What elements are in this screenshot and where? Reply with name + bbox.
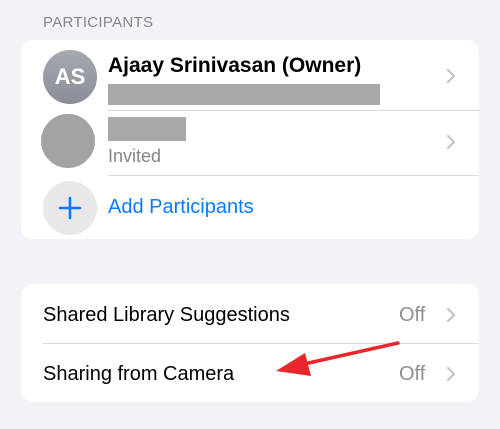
chevron-right-icon <box>446 307 456 323</box>
participants-header: PARTICIPANTS <box>43 14 154 31</box>
setting-row-sharing-from-camera[interactable]: Sharing from Camera Off <box>21 344 479 402</box>
redacted-email <box>108 84 380 105</box>
participant-name: Ajaay Srinivasan (Owner) <box>108 54 362 77</box>
library-settings-list: Shared Library Suggestions Off Sharing f… <box>21 284 479 402</box>
add-participant-circle <box>43 181 97 235</box>
plus-icon <box>58 196 82 220</box>
participant-status: Invited <box>108 146 162 166</box>
chevron-right-icon <box>446 68 456 84</box>
setting-value: Off <box>399 304 426 326</box>
add-participants-label: Add Participants <box>108 196 254 218</box>
avatar-initials: AS <box>54 64 86 89</box>
participants-list: AS Ajaay Srinivasan (Owner) Invited Add … <box>21 40 479 239</box>
add-participants-button[interactable]: Add Participants <box>21 176 479 239</box>
setting-label: Sharing from Camera <box>43 363 235 385</box>
setting-label: Shared Library Suggestions <box>43 304 290 326</box>
participant-row-owner[interactable]: AS Ajaay Srinivasan (Owner) <box>21 40 479 110</box>
avatar <box>41 114 95 168</box>
participant-row-invited[interactable]: Invited <box>21 111 479 175</box>
setting-value: Off <box>399 363 426 385</box>
avatar: AS <box>43 50 97 104</box>
redacted-name <box>108 117 186 141</box>
setting-row-shared-library-suggestions[interactable]: Shared Library Suggestions Off <box>21 284 479 343</box>
chevron-right-icon <box>446 366 456 382</box>
chevron-right-icon <box>446 134 456 150</box>
